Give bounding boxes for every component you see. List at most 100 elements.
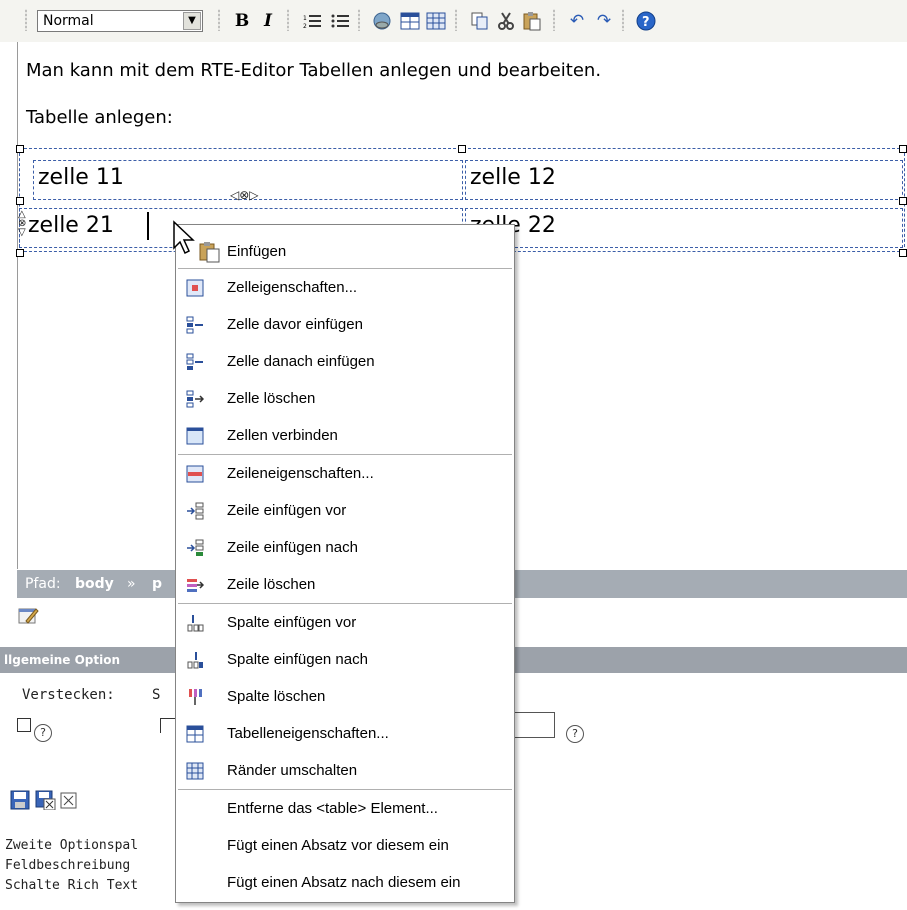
table-context-menu: Einfügen Zelleigenschaften... Zelle davo…: [175, 224, 515, 903]
chevron-down-icon[interactable]: ▼: [183, 12, 201, 30]
paste-button[interactable]: [520, 9, 544, 33]
menu-item-label: Zeileneigenschaften...: [227, 465, 374, 482]
italic-button[interactable]: I: [256, 9, 280, 33]
insert-table-button[interactable]: [398, 9, 422, 33]
table-resize-handle[interactable]: [899, 197, 907, 205]
table-resize-handle[interactable]: [16, 197, 24, 205]
general-options-title: llgemeine Option: [4, 653, 120, 667]
paste-icon: [523, 12, 541, 31]
toolbar-separator: [287, 9, 289, 31]
help-icon[interactable]: ?: [566, 725, 584, 743]
menu-item-label: Zelle danach einfügen: [227, 353, 375, 370]
svg-text:2: 2: [303, 23, 307, 29]
table-resize-handle[interactable]: [899, 145, 907, 153]
insert-cell-before-icon: [186, 316, 203, 334]
undo-button[interactable]: ↶: [565, 9, 589, 33]
menu-item-row-properties[interactable]: Zeileneigenschaften...: [176, 456, 514, 493]
insert-link-button[interactable]: [370, 9, 394, 33]
toolbar-separator: [218, 9, 220, 31]
hide-label: Verstecken:: [22, 687, 115, 703]
menu-item-delete-column[interactable]: Spalte löschen: [176, 679, 514, 716]
save-icon[interactable]: [10, 790, 32, 810]
menu-item-table-properties[interactable]: Tabelleneigenschaften...: [176, 716, 514, 753]
cut-button[interactable]: [494, 9, 518, 33]
mouse-cursor-icon: [173, 220, 195, 255]
menu-item-insert-row-after[interactable]: Zeile einfügen nach: [176, 530, 514, 567]
merge-cells-icon: [186, 427, 204, 445]
table-cell[interactable]: zelle 22: [465, 208, 903, 248]
menu-item-merge-cells[interactable]: Zellen verbinden: [176, 418, 514, 455]
paragraph-intro: Man kann mit dem RTE-Editor Tabellen anl…: [26, 60, 602, 81]
toolbar-separator: [455, 9, 457, 31]
toggle-borders-icon: [186, 762, 204, 780]
menu-item-label: Zelle davor einfügen: [227, 316, 363, 333]
menu-item-insert-paragraph-after[interactable]: Fügt einen Absatz nach diesem ein: [176, 865, 514, 902]
delete-row-icon: [187, 579, 204, 592]
menu-item-insert-cell-before[interactable]: Zelle davor einfügen: [176, 307, 514, 344]
help-icon-glyph: ?: [572, 727, 578, 740]
hide-checkbox[interactable]: [17, 718, 31, 732]
table-grid-button[interactable]: [424, 9, 448, 33]
menu-item-cell-properties[interactable]: Zelleigenschaften...: [176, 270, 514, 307]
close-icon[interactable]: [60, 792, 78, 810]
path-item-body[interactable]: body: [75, 576, 114, 592]
copy-icon: [471, 12, 488, 30]
menu-item-delete-row[interactable]: Zeile löschen: [176, 567, 514, 604]
menu-item-toggle-borders[interactable]: Ränder umschalten: [176, 753, 514, 790]
help-button[interactable]: ?: [634, 9, 658, 33]
table-cell-text: zelle 21: [28, 213, 114, 238]
help-icon[interactable]: ?: [34, 724, 52, 742]
unordered-list-button[interactable]: [328, 9, 352, 33]
ordered-list-icon: 12: [303, 15, 321, 29]
menu-item-insert-column-after[interactable]: Spalte einfügen nach: [176, 642, 514, 679]
menu-item-insert-column-before[interactable]: Spalte einfügen vor: [176, 605, 514, 642]
column-resize-icon[interactable]: ◁⊗▷: [230, 188, 259, 202]
second-checkbox[interactable]: [160, 718, 175, 733]
row-resize-icon[interactable]: △ ⊗ ▽: [18, 210, 26, 238]
insert-link-icon: [373, 12, 391, 30]
redo-button[interactable]: ↷: [592, 9, 616, 33]
menu-item-label: Zellen verbinden: [227, 427, 338, 444]
menu-item-insert-cell-after[interactable]: Zelle danach einfügen: [176, 344, 514, 381]
menu-item-remove-table[interactable]: Entferne das <table> Element...: [176, 791, 514, 828]
bold-icon: B: [234, 11, 250, 31]
option-text-field[interactable]: [515, 712, 555, 738]
delete-cell-icon: [186, 390, 204, 408]
editor-toolbar: Normal ▼ B I 12 ↶ ↷ ?: [0, 0, 907, 42]
svg-text:1: 1: [303, 15, 307, 22]
path-label: Pfad:: [25, 576, 61, 592]
insert-table-icon: [400, 12, 420, 30]
table-resize-handle[interactable]: [16, 145, 24, 153]
menu-item-label: Fügt einen Absatz vor diesem ein: [227, 837, 449, 854]
ordered-list-button[interactable]: 12: [300, 9, 324, 33]
table-resize-handle[interactable]: [899, 249, 907, 257]
copy-button[interactable]: [468, 9, 492, 33]
menu-item-label: Entferne das <table> Element...: [227, 800, 438, 817]
format-select-value: Normal: [43, 13, 94, 29]
field-description-text: Feldbeschreibung: [5, 858, 131, 873]
menu-item-label: Spalte einfügen nach: [227, 651, 368, 668]
menu-item-insert-row-before[interactable]: Zeile einfügen vor: [176, 493, 514, 530]
menu-item-label: Tabelleneigenschaften...: [227, 725, 389, 742]
row-properties-icon: [186, 465, 204, 483]
menu-item-insert-paragraph-before[interactable]: Fügt einen Absatz vor diesem ein: [176, 828, 514, 865]
menu-separator: [178, 268, 512, 269]
insert-cell-after-icon: [186, 353, 203, 370]
paragraph-format-select[interactable]: Normal ▼: [37, 10, 203, 32]
table-resize-handle[interactable]: [458, 145, 466, 153]
path-item-p[interactable]: p: [152, 576, 162, 592]
redo-icon: ↷: [596, 11, 612, 31]
rich-text-toggle-text[interactable]: Schalte Rich Text: [5, 878, 138, 893]
table-resize-handle[interactable]: [16, 249, 24, 257]
cell-properties-icon: [186, 279, 204, 297]
table-cell-text: zelle 11: [38, 165, 124, 190]
edit-properties-icon[interactable]: [18, 605, 40, 625]
menu-item-delete-cell[interactable]: Zelle löschen: [176, 381, 514, 418]
menu-separator: [178, 789, 512, 790]
menu-item-paste[interactable]: Einfügen: [176, 234, 514, 271]
menu-item-label: Zeile löschen: [227, 576, 316, 593]
insert-row-after-icon: [187, 539, 204, 556]
bold-button[interactable]: B: [230, 9, 254, 33]
table-cell[interactable]: zelle 12: [465, 160, 903, 200]
save-and-close-icon[interactable]: [35, 790, 57, 810]
